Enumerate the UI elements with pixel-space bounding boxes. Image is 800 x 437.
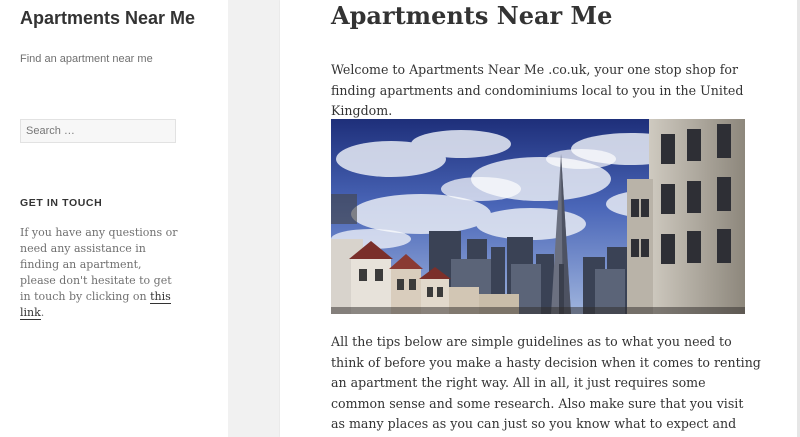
widget-title: GET IN TOUCH — [20, 197, 103, 209]
search-input[interactable] — [20, 119, 176, 143]
gutter — [228, 0, 280, 437]
site-description: Find an apartment near me — [20, 53, 153, 65]
sidebar: Apartments Near Me Find an apartment nea… — [0, 0, 228, 437]
widget-text: If you have any questions or need any as… — [20, 225, 180, 321]
intro-paragraph: Welcome to Apartments Near Me .co.uk, yo… — [331, 62, 744, 118]
widget-text-end: . — [40, 306, 45, 319]
site-title[interactable]: Apartments Near Me — [20, 7, 220, 29]
body-paragraph: All the tips below are simple guidelines… — [331, 334, 761, 437]
page-title: Apartments Near Me — [331, 1, 613, 30]
main-content: Apartments Near Me Welcome to Apartments… — [280, 0, 797, 437]
city-skyline-image — [331, 119, 745, 314]
